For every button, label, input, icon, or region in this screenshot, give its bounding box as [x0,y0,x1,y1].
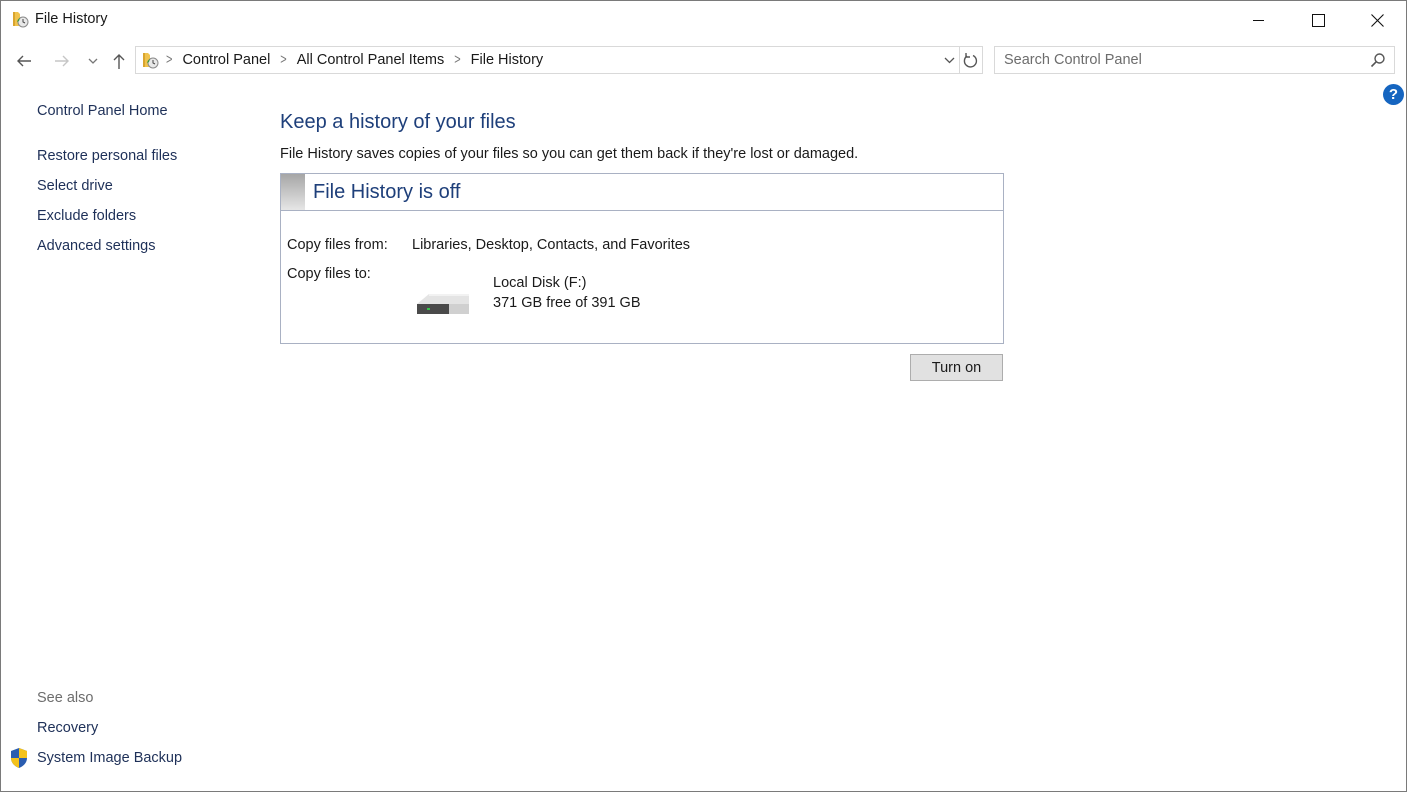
select-drive-link[interactable]: Select drive [37,178,113,194]
control-panel-home-link[interactable]: Control Panel Home [37,103,168,119]
system-image-backup-link[interactable]: System Image Backup [37,750,182,766]
chevron-down-icon [944,57,954,64]
back-arrow-icon [17,55,31,67]
back-button[interactable] [11,48,37,74]
refresh-button[interactable] [959,46,983,74]
window-title: File History [35,11,108,27]
refresh-icon [963,53,978,68]
help-button[interactable]: ? [1383,84,1404,105]
restore-personal-files-link[interactable]: Restore personal files [37,148,177,164]
drive-free-space: 371 GB free of 391 GB [493,295,641,311]
search-input[interactable] [995,47,1365,73]
status-header: File History is off [281,174,1003,211]
file-history-icon [143,53,159,69]
copy-from-value: Libraries, Desktop, Contacts, and Favori… [412,237,691,253]
maximize-icon [1311,13,1325,27]
title-bar: File History [1,1,1406,39]
forward-arrow-icon [55,55,69,67]
close-icon [1370,13,1384,27]
exclude-folders-link[interactable]: Exclude folders [37,208,136,224]
turn-on-button[interactable]: Turn on [910,354,1003,381]
address-bar[interactable]: > Control Panel > All Control Panel Item… [135,46,960,74]
up-arrow-icon [113,53,125,69]
see-also-heading: See also [37,690,94,706]
file-history-icon [13,12,29,28]
copy-from-label: Copy files from: [287,237,388,253]
minimize-button[interactable] [1230,1,1288,39]
maximize-button[interactable] [1289,1,1347,39]
page-description: File History saves copies of your files … [280,146,859,162]
breadcrumb-separator-icon[interactable]: > [454,52,460,68]
minimize-icon [1253,20,1264,21]
drive-name: Local Disk (F:) [493,275,587,291]
breadcrumb: > Control Panel > All Control Panel Item… [166,47,543,73]
advanced-settings-link[interactable]: Advanced settings [37,238,156,254]
recovery-link[interactable]: Recovery [37,720,98,736]
status-indicator-bar [281,174,305,210]
copy-to-label: Copy files to: [287,266,371,282]
breadcrumb-control-panel[interactable]: Control Panel [182,52,270,68]
page-title: Keep a history of your files [280,111,516,133]
close-button[interactable] [1348,1,1406,39]
file-history-status-panel: File History is off Copy files from: Lib… [280,173,1004,344]
chevron-down-icon [88,58,98,64]
search-box[interactable] [994,46,1395,74]
recent-locations-button[interactable] [80,48,106,74]
status-title: File History is off [313,181,461,203]
address-dropdown-button[interactable] [939,47,959,73]
hard-drive-icon [417,294,469,314]
forward-button[interactable] [49,48,75,74]
file-history-window: File History > Control Panel > All Contr… [0,0,1407,792]
search-icon[interactable] [1370,52,1386,68]
breadcrumb-separator-icon[interactable]: > [280,52,286,68]
uac-shield-icon [11,748,27,768]
breadcrumb-separator-icon[interactable]: > [166,52,172,68]
breadcrumb-all-control-panel-items[interactable]: All Control Panel Items [297,52,444,68]
breadcrumb-file-history[interactable]: File History [471,52,544,68]
up-button[interactable] [106,48,132,74]
